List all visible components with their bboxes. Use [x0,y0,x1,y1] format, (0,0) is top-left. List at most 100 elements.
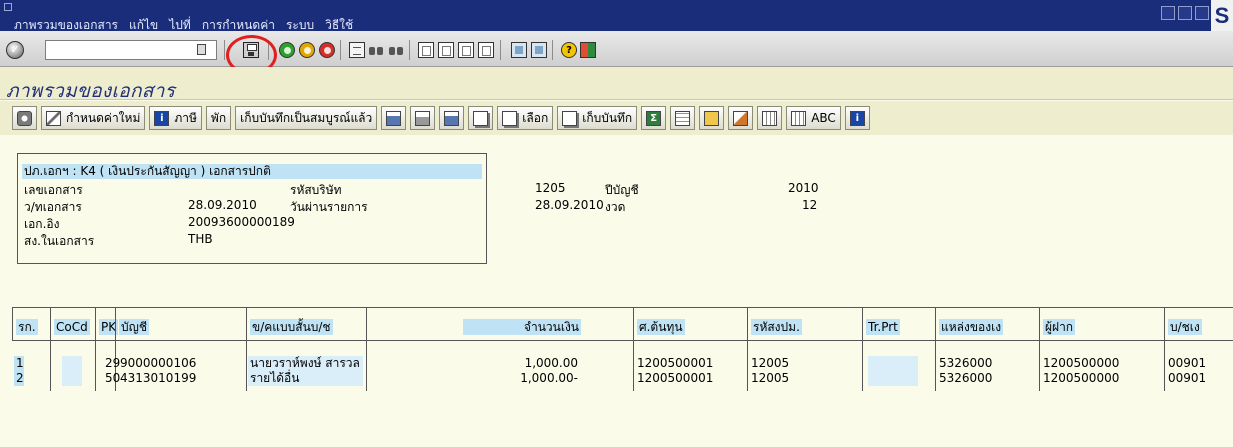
amount-cell: 1,000.00 [524,356,578,370]
column-label: บ/ชเง [1168,319,1202,335]
settings-icon [46,110,61,126]
window-controls [1161,6,1209,20]
column-header-cocd[interactable]: CoCd [50,308,95,341]
short-text-cell: รายได้อื่น [248,371,363,386]
set-filter-button[interactable] [439,106,465,130]
gl-account-cell: 00901 [1168,371,1207,385]
account-cell[interactable]: 9000000106 [118,356,198,371]
set-filter-icon [444,110,460,126]
column-header-depositor[interactable]: ผู้ฝาก [1039,308,1152,341]
abc-button[interactable]: ABC [786,106,841,130]
table-row[interactable]: 2 50 4313010199 รายได้อื่น 1,000.00- 120… [12,371,1233,386]
change-layout-button[interactable] [728,106,754,130]
column-header-item[interactable]: รก. [12,308,50,341]
menu-settings[interactable]: การกำหนดค่า [202,19,275,31]
column-header-gl-account[interactable]: บ/ชเง [1164,308,1233,341]
column-header-account[interactable]: บัญชี [115,308,218,341]
command-field[interactable] [45,40,217,60]
help-icon[interactable]: ? [561,42,577,58]
standard-toolbar: ✓ ? [0,31,1233,67]
create-session-icon[interactable] [511,42,527,58]
layout-menu-icon[interactable] [580,42,596,58]
budget-code-cell: 12005 [751,356,790,370]
menu-help[interactable]: วิธีใช้ [325,19,353,31]
info-button[interactable]: i [844,106,870,130]
account-cell[interactable]: 4313010199 [118,371,198,386]
save-complete-button[interactable]: เก็บบันทึกเป็นสมบูรณ์แล้ว [235,106,378,130]
find-icon[interactable] [368,42,384,58]
last-page-icon[interactable] [478,42,494,58]
subtotal-button[interactable] [670,106,696,130]
choose-button[interactable]: เลือก [497,106,554,130]
save-doc-icon [562,110,578,126]
next-page-icon[interactable] [458,42,474,58]
filter-icon [386,110,402,126]
save-button[interactable]: เก็บบันทึก [557,106,638,130]
hold-button[interactable]: พัก [205,106,232,130]
command-history-icon[interactable] [197,44,206,55]
period-label: งวด [605,200,626,214]
menu-edit[interactable]: แก้ไข [129,19,158,31]
currency-label: สง.ในเอกสาร [24,234,95,248]
column-label: จำนวนเงิน [463,319,581,335]
copy-button[interactable] [468,106,494,130]
column-header-fund-source[interactable]: แหล่งของเง [935,308,1039,341]
info-icon: i [849,110,865,126]
column-label: รก. [16,319,38,335]
item-cell[interactable]: 2 [14,371,24,386]
enter-check-icon[interactable]: ✓ [6,41,24,59]
cancel-icon[interactable] [319,42,335,58]
sum-button[interactable]: Σ [641,106,667,130]
menu-goto[interactable]: ไปที่ [169,19,191,31]
new-settings-button[interactable]: กำหนดค่าใหม่ [41,106,146,130]
tax-button[interactable]: i ภาษี [149,106,202,130]
cost-center-cell: 1200500001 [637,371,714,385]
export-icon [704,110,720,126]
table-row[interactable]: 1 29 9000000106 นายวราห์พงษ์ สารวล 1,000… [12,356,1233,371]
save-icon[interactable] [243,42,259,58]
copy-icon [473,110,489,126]
table-header: รก. CoCd PK บัญชี ข/คแบบสั้นบ/ช จำนวนเงิ… [12,307,1233,341]
column-label: Tr.Prt [866,319,900,335]
print-icon[interactable] [349,42,365,58]
minimize-icon[interactable] [1161,6,1175,20]
display-document-button[interactable] [12,106,37,130]
reference-value: 20093600000189 [188,215,295,229]
hold-label: พัก [210,110,227,125]
column-header-budget-code[interactable]: รหัสงปม. [747,308,862,341]
close-window-icon[interactable] [1195,6,1209,20]
first-page-icon[interactable] [418,42,434,58]
info-icon: i [154,110,170,126]
item-cell[interactable]: 1 [14,356,24,371]
column-label: ศ.ต้นทุน [637,319,685,335]
maximize-icon[interactable] [1178,6,1192,20]
cocd-cell [62,371,82,386]
budget-code-cell: 12005 [751,371,790,385]
calculator-button[interactable] [757,106,783,130]
toolbar-separator [224,40,225,60]
back-icon[interactable] [279,42,295,58]
column-header-short-text[interactable]: ข/คแบบสั้นบ/ช [246,308,366,341]
system-menu-icon[interactable] [4,3,12,11]
menu-system[interactable]: ระบบ [286,19,314,31]
save-label: เก็บบันทึก [582,110,633,125]
menu-document-overview[interactable]: ภาพรวมของเอกสาร [14,19,118,31]
find-next-icon[interactable] [388,42,404,58]
create-shortcut-icon[interactable] [531,42,547,58]
calculator-icon [762,110,778,126]
choose-icon [502,110,518,126]
print-list-button[interactable] [410,106,436,130]
column-header-pk[interactable]: PK [95,308,119,341]
column-header-tr-prt[interactable]: Tr.Prt [862,308,935,341]
column-header-cost-center[interactable]: ศ.ต้นทุน [633,308,744,341]
previous-page-icon[interactable] [438,42,454,58]
column-label: รหัสงปม. [751,319,802,335]
fund-source-cell: 5326000 [939,356,993,370]
posting-date-value: 28.09.2010 [535,198,604,212]
exit-icon[interactable] [299,42,315,58]
export-button[interactable] [699,106,725,130]
edit-layout-icon [733,110,749,126]
column-header-amount[interactable]: จำนวนเงิน [366,308,581,341]
toolbar-separator [409,40,410,60]
filter-button[interactable] [381,106,407,130]
